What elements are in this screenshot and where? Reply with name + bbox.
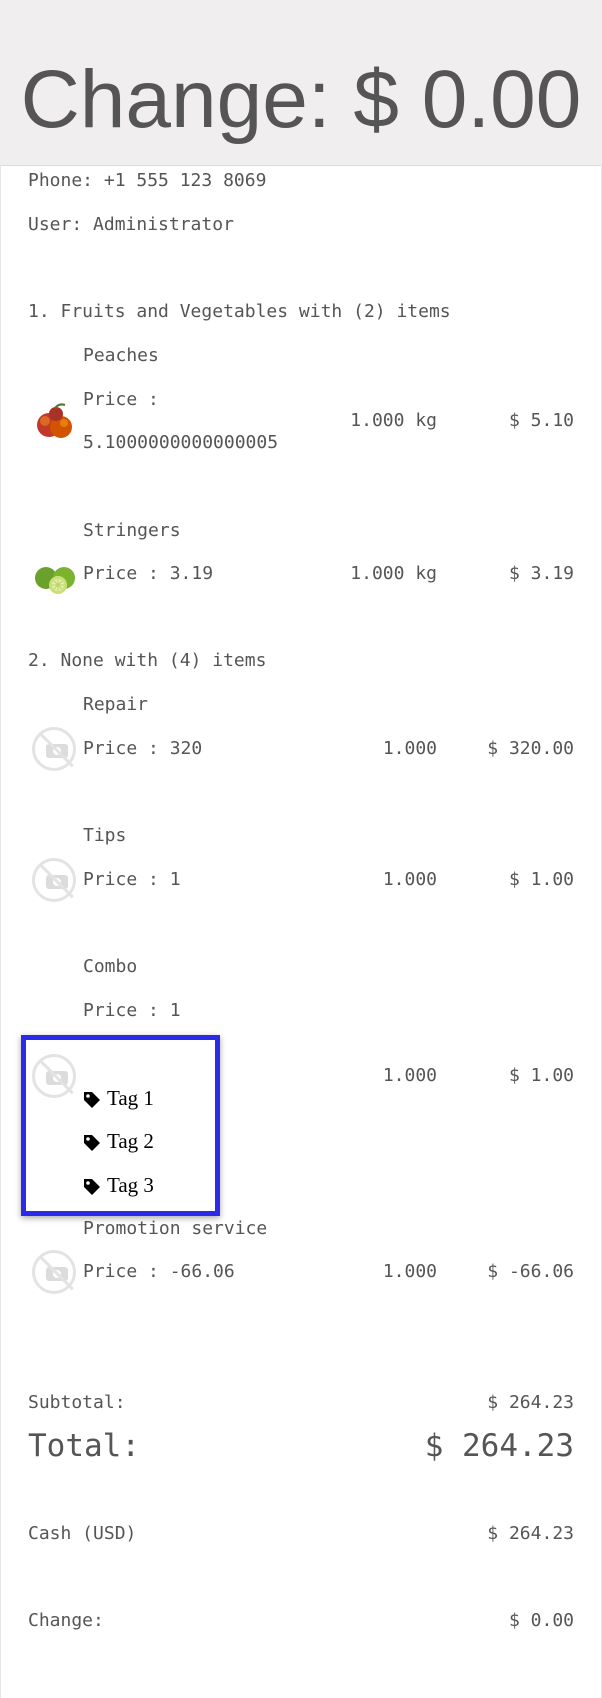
subtotal-value: $ 264.23 <box>487 1392 574 1413</box>
limes-image <box>35 567 75 594</box>
group-title: 2. None with (4) items <box>28 650 267 671</box>
phone-line: Phone: +1 555 123 8069 <box>28 170 267 191</box>
item-total: $ 3.19 <box>508 563 574 584</box>
item-qty: 1.000 kg <box>350 410 437 431</box>
no-image-icon <box>32 727 76 771</box>
item-qty: 1.000 <box>382 1261 437 1282</box>
item-price: Price : 320 <box>83 738 203 759</box>
item-price: Price : 3.19 <box>83 563 214 584</box>
item-qty: 1.000 <box>382 1065 437 1086</box>
total-label: Total: <box>28 1428 140 1464</box>
item-price: Price : 1 <box>83 869 181 890</box>
receipt-edge-left <box>0 165 1 1698</box>
user-line: User: Administrator <box>28 214 234 235</box>
item-price: Price : 1 <box>83 1000 181 1021</box>
item-total: $ 1.00 <box>508 1065 574 1086</box>
group-title: 1. Fruits and Vegetables with (2) items <box>28 301 451 322</box>
item-total: $ 1.00 <box>508 869 574 890</box>
change-label: Change: <box>28 1610 104 1631</box>
item-price: Price : <box>83 389 159 410</box>
item-name: Combo <box>83 956 138 977</box>
payment-value: $ 264.23 <box>487 1523 574 1544</box>
item-price-value: 5.1000000000000005 <box>83 432 279 453</box>
tags-highlight-box <box>21 1035 220 1216</box>
item-name: Peaches <box>83 345 159 366</box>
change-value: $ 0.00 <box>508 1610 574 1631</box>
change-title: Change: $ 0.00 <box>20 54 582 145</box>
item-total: $ -66.06 <box>487 1261 574 1282</box>
payment-label: Cash (USD) <box>28 1523 137 1544</box>
item-total: $ 5.10 <box>508 410 574 431</box>
item-price: Price : -66.06 <box>83 1261 235 1282</box>
peaches-image <box>37 403 72 438</box>
no-image-icon <box>32 858 76 902</box>
item-name: Repair <box>83 694 149 715</box>
item-total: $ 320.00 <box>487 738 574 759</box>
no-image-icon <box>32 1250 76 1294</box>
item-name: Stringers <box>83 520 181 541</box>
item-name: Promotion service <box>83 1218 268 1239</box>
item-name: Tips <box>83 825 127 846</box>
change-header: Change: $ 0.00 <box>0 0 602 166</box>
item-qty: 1.000 <box>382 869 437 890</box>
item-qty: 1.000 <box>382 738 437 759</box>
total-value: $ 264.23 <box>424 1428 574 1464</box>
item-qty: 1.000 kg <box>350 563 437 584</box>
subtotal-label: Subtotal: <box>28 1392 126 1413</box>
